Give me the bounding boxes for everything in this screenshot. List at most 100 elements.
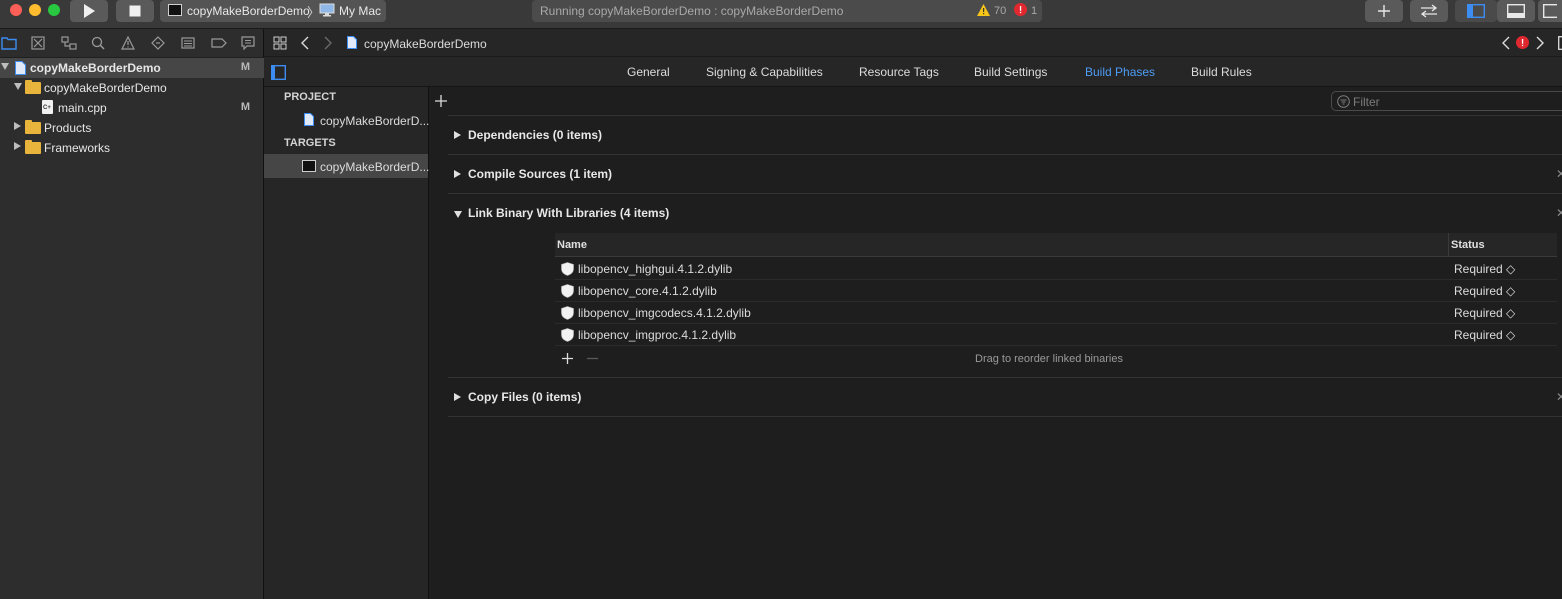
phase-dependencies[interactable]: Dependencies (0 items) bbox=[448, 116, 1562, 155]
build-phases-editor: Filter Dependencies (0 items) Compile So… bbox=[429, 87, 1562, 599]
nav-item-main-cpp[interactable]: C+ main.cpp M bbox=[0, 98, 264, 118]
cpp-file-icon: C+ bbox=[42, 100, 53, 114]
search-icon[interactable] bbox=[91, 36, 107, 50]
disclosure-open-icon[interactable] bbox=[14, 83, 22, 90]
table-row[interactable]: libopencv_imgproc.4.1.2.dylib Required ◇ bbox=[555, 324, 1557, 346]
nav-item-label: Frameworks bbox=[44, 141, 111, 155]
disclosure-closed-icon[interactable] bbox=[14, 142, 21, 150]
report-navigator-icon[interactable] bbox=[241, 36, 257, 51]
test-navigator-icon[interactable] bbox=[151, 36, 167, 50]
toggle-navigator-button[interactable] bbox=[1455, 0, 1497, 22]
delete-phase-icon[interactable]: ✕ bbox=[1556, 390, 1562, 404]
previous-issue-icon[interactable] bbox=[1502, 36, 1510, 50]
phase-title: Dependencies (0 items) bbox=[468, 128, 603, 142]
library-button[interactable] bbox=[1365, 0, 1403, 22]
folder-navigator-icon[interactable] bbox=[1, 36, 17, 50]
debug-navigator-icon[interactable] bbox=[181, 36, 197, 50]
code-review-button[interactable] bbox=[1410, 0, 1448, 22]
bottom-panel-icon bbox=[1507, 4, 1525, 18]
tab-build-settings[interactable]: Build Settings bbox=[974, 65, 1047, 79]
scheme-selector[interactable]: copyMakeBorderDemo 〉 My Mac bbox=[160, 0, 386, 22]
next-issue-icon[interactable] bbox=[1536, 36, 1544, 50]
column-divider bbox=[1448, 233, 1449, 257]
jump-bar-file-label[interactable]: copyMakeBorderDemo bbox=[364, 37, 487, 51]
delete-phase-icon[interactable]: ✕ bbox=[1556, 206, 1562, 220]
nav-item-frameworks[interactable]: Frameworks bbox=[0, 138, 264, 158]
filter-field[interactable]: Filter bbox=[1331, 91, 1562, 111]
scheme-name: copyMakeBorderDemo bbox=[187, 4, 310, 18]
tab-build-phases[interactable]: Build Phases bbox=[1085, 65, 1155, 79]
column-header-name[interactable]: Name bbox=[557, 239, 587, 251]
library-shield-icon bbox=[561, 328, 574, 342]
back-arrow-icon[interactable] bbox=[301, 36, 309, 50]
related-items-grid-icon[interactable] bbox=[273, 36, 287, 50]
folder-icon bbox=[25, 140, 41, 154]
nav-item-label: copyMakeBorderDemo bbox=[44, 81, 167, 95]
filter-placeholder: Filter bbox=[1353, 95, 1380, 109]
table-row[interactable]: libopencv_imgcodecs.4.1.2.dylib Required… bbox=[555, 302, 1557, 324]
toggle-inspector-button[interactable] bbox=[1538, 0, 1562, 22]
phase-copy-files[interactable]: Copy Files (0 items) ✕ bbox=[448, 378, 1562, 417]
table-row[interactable]: libopencv_highgui.4.1.2.dylib Required ◇ bbox=[555, 258, 1557, 280]
library-name: libopencv_imgproc.4.1.2.dylib bbox=[578, 328, 737, 342]
tab-general[interactable]: General bbox=[627, 65, 670, 79]
close-window-button[interactable] bbox=[10, 4, 22, 16]
project-item[interactable]: copyMakeBorderD... bbox=[264, 108, 430, 132]
split-editor-icon[interactable] bbox=[1558, 36, 1562, 50]
column-header-status[interactable]: Status bbox=[1451, 239, 1485, 251]
stop-button[interactable] bbox=[116, 0, 154, 22]
xcode-project-icon bbox=[304, 113, 314, 126]
issue-navigator-icon[interactable] bbox=[121, 35, 137, 50]
library-status-popup[interactable]: Required ◇ bbox=[1454, 262, 1515, 276]
xcode-project-icon bbox=[347, 36, 357, 49]
disclosure-closed-icon[interactable] bbox=[454, 170, 461, 178]
add-library-plus-icon[interactable] bbox=[562, 353, 573, 364]
error-count: 1 bbox=[1031, 5, 1038, 17]
table-row[interactable]: libopencv_core.4.1.2.dylib Required ◇ bbox=[555, 280, 1557, 302]
zoom-window-button[interactable] bbox=[48, 4, 60, 16]
nav-item-group-folder[interactable]: copyMakeBorderDemo bbox=[0, 78, 264, 98]
delete-phase-icon[interactable]: ✕ bbox=[1556, 167, 1562, 181]
destination-name: My Mac bbox=[339, 4, 381, 18]
tab-resource-tags[interactable]: Resource Tags bbox=[859, 65, 939, 79]
tab-build-rules[interactable]: Build Rules bbox=[1191, 65, 1252, 79]
disclosure-open-icon[interactable] bbox=[1, 63, 9, 70]
remove-library-minus-icon[interactable] bbox=[587, 353, 598, 364]
target-item[interactable]: copyMakeBorderD... bbox=[264, 154, 430, 178]
run-button[interactable] bbox=[70, 0, 108, 22]
minimize-window-button[interactable] bbox=[29, 4, 41, 16]
symbol-navigator-icon[interactable] bbox=[61, 36, 77, 50]
library-name: libopencv_core.4.1.2.dylib bbox=[578, 284, 717, 298]
library-status-popup[interactable]: Required ◇ bbox=[1454, 284, 1515, 298]
nav-item-label: Products bbox=[44, 121, 92, 135]
library-status-popup[interactable]: Required ◇ bbox=[1454, 328, 1515, 342]
hide-targets-list-icon[interactable] bbox=[271, 65, 286, 80]
disclosure-closed-icon[interactable] bbox=[454, 131, 461, 139]
nav-item-products[interactable]: Products bbox=[0, 118, 264, 138]
library-name: libopencv_highgui.4.1.2.dylib bbox=[578, 262, 733, 276]
error-icon[interactable] bbox=[1014, 3, 1027, 16]
xcode-project-icon bbox=[15, 61, 26, 75]
error-icon[interactable] bbox=[1516, 36, 1529, 49]
nav-item-project-root[interactable]: copyMakeBorderDemo M bbox=[0, 58, 264, 78]
toggle-debug-area-button[interactable] bbox=[1497, 0, 1535, 22]
project-section-header: PROJECT bbox=[284, 91, 336, 103]
library-status-popup[interactable]: Required ◇ bbox=[1454, 306, 1515, 320]
phase-compile-sources[interactable]: Compile Sources (1 item) ✕ bbox=[448, 155, 1562, 194]
add-build-phase-plus-icon[interactable] bbox=[435, 95, 447, 107]
breakpoint-navigator-icon[interactable] bbox=[211, 36, 227, 50]
table-header: Name Status bbox=[555, 233, 1557, 257]
project-item-label: copyMakeBorderD... bbox=[320, 114, 430, 128]
disclosure-open-icon[interactable] bbox=[454, 211, 462, 218]
disclosure-closed-icon[interactable] bbox=[454, 393, 461, 401]
forward-arrow-icon[interactable] bbox=[324, 36, 332, 50]
project-navigator: copyMakeBorderDemo M copyMakeBorderDemo … bbox=[0, 29, 264, 599]
library-shield-icon bbox=[561, 262, 574, 276]
source-control-icon[interactable] bbox=[31, 36, 47, 50]
disclosure-closed-icon[interactable] bbox=[14, 122, 21, 130]
target-item-label: copyMakeBorderD... bbox=[320, 160, 430, 174]
nav-item-label: main.cpp bbox=[58, 101, 107, 115]
mac-monitor-icon bbox=[319, 3, 335, 17]
tab-signing-capabilities[interactable]: Signing & Capabilities bbox=[706, 65, 823, 79]
warning-icon[interactable] bbox=[977, 4, 990, 16]
